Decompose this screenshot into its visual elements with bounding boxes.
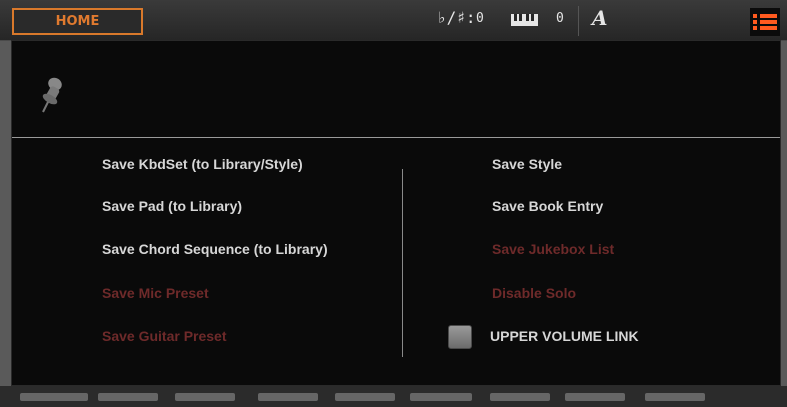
strip-key: [20, 393, 88, 401]
menu-item-save-pad[interactable]: Save Pad (to Library): [102, 198, 242, 214]
menu-item-save-style[interactable]: Save Style: [492, 156, 562, 172]
strip-key: [175, 393, 235, 401]
page-menu-button[interactable]: [750, 8, 780, 36]
strip-key: [645, 393, 705, 401]
status-divider: [578, 6, 579, 36]
strip-key: [335, 393, 395, 401]
accidental-label: ♭/♯:: [437, 8, 476, 27]
strip-key: [410, 393, 472, 401]
menu-item-save-chord-sequence[interactable]: Save Chord Sequence (to Library): [102, 241, 328, 257]
bottom-key-strip: [0, 386, 787, 407]
menu-item-save-guitar-preset: Save Guitar Preset: [102, 328, 227, 344]
menu-item-disable-solo: Disable Solo: [492, 285, 577, 301]
upper-volume-link-checkbox[interactable]: [448, 325, 472, 349]
strip-key: [98, 393, 158, 401]
header-separator: [12, 137, 780, 138]
mode-indicator: A: [592, 6, 608, 30]
menu-item-save-kbdset[interactable]: Save KbdSet (to Library/Style): [102, 156, 303, 172]
accidental-value: 0: [476, 11, 484, 26]
upper-volume-link-label[interactable]: UPPER VOLUME LINK: [490, 328, 639, 344]
strip-key: [490, 393, 550, 401]
page-menu-dialog: Save KbdSet (to Library/Style) Save Pad …: [11, 40, 781, 386]
home-button[interactable]: HOME: [12, 8, 143, 35]
menu-item-save-book-entry[interactable]: Save Book Entry: [492, 198, 603, 214]
status-bar: HOME ♭/♯: 0 0 A: [0, 0, 787, 41]
strip-key: [258, 393, 318, 401]
pin-icon[interactable]: [40, 75, 66, 115]
strip-key: [565, 393, 625, 401]
keyboard-icon: [511, 14, 538, 26]
transpose-value: 0: [556, 11, 564, 26]
column-separator: [402, 169, 403, 357]
menu-item-save-mic-preset: Save Mic Preset: [102, 285, 209, 301]
menu-item-save-jukebox-list: Save Jukebox List: [492, 241, 615, 257]
